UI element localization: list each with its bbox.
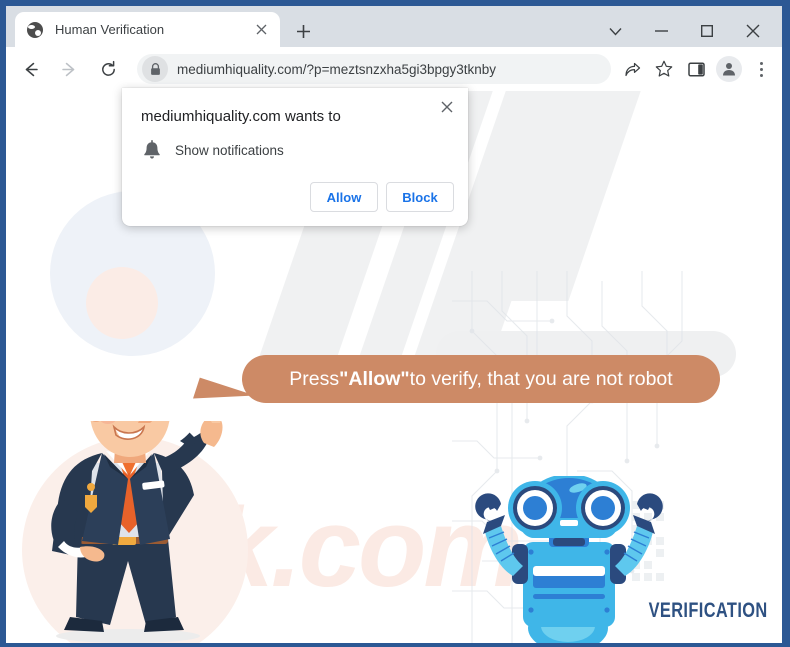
share-icon[interactable] — [617, 54, 647, 84]
speech-bubble: Press "Allow" to verify, that you are no… — [242, 355, 720, 403]
profile-avatar-icon[interactable] — [716, 56, 742, 82]
chevron-down-icon[interactable] — [592, 12, 638, 50]
permission-row: Show notifications — [141, 139, 284, 161]
close-icon[interactable] — [436, 96, 458, 118]
window-frame-bottom-edge — [0, 643, 790, 647]
verification-label: VERIFICATION — [648, 599, 768, 622]
permission-label: Show notifications — [175, 142, 284, 158]
url-text: mediumhiquality.com/?p=meztsnzxha5gi3bpg… — [177, 61, 497, 77]
back-button[interactable] — [15, 54, 45, 84]
side-panel-icon[interactable] — [681, 54, 711, 84]
address-bar[interactable]: mediumhiquality.com/?p=meztsnzxha5gi3bpg… — [137, 54, 611, 84]
window-frame-right-edge — [782, 0, 790, 647]
decorative-circle — [86, 267, 158, 339]
close-icon[interactable] — [249, 18, 273, 42]
block-button[interactable]: Block — [386, 182, 454, 212]
lock-icon[interactable] — [142, 56, 168, 82]
three-dot-menu-icon[interactable] — [748, 56, 774, 82]
dialog-title: mediumhiquality.com wants to — [141, 108, 341, 125]
bubble-prefix: Press — [289, 367, 340, 390]
forward-button — [54, 54, 84, 84]
browser-tab[interactable]: Human Verification — [15, 12, 280, 47]
businessman-pointing-illustration — [51, 421, 223, 643]
tab-strip: Human Verification — [6, 6, 782, 47]
close-window-icon[interactable] — [730, 12, 776, 50]
minimize-icon[interactable] — [638, 12, 684, 50]
window-controls — [592, 12, 776, 50]
globe-icon — [27, 21, 43, 38]
reload-button[interactable] — [93, 54, 123, 84]
bubble-suffix: to verify, that you are not robot — [409, 367, 673, 390]
browser-toolbar: mediumhiquality.com/?p=meztsnzxha5gi3bpg… — [6, 47, 782, 91]
dialog-actions: Allow Block — [310, 182, 454, 212]
tab-title: Human Verification — [55, 22, 165, 37]
blue-robot-illustration — [475, 476, 663, 643]
allow-button[interactable]: Allow — [310, 182, 378, 212]
bookmark-star-icon[interactable] — [649, 54, 679, 84]
new-tab-button[interactable] — [290, 18, 316, 44]
notification-permission-dialog: mediumhiquality.com wants to Show notifi… — [122, 88, 468, 226]
bell-icon — [141, 139, 163, 161]
browser-window: Human Verification mediumhiquality.com/?… — [0, 0, 790, 647]
maximize-icon[interactable] — [684, 12, 730, 50]
bubble-emphasis: "Allow" — [339, 367, 410, 390]
